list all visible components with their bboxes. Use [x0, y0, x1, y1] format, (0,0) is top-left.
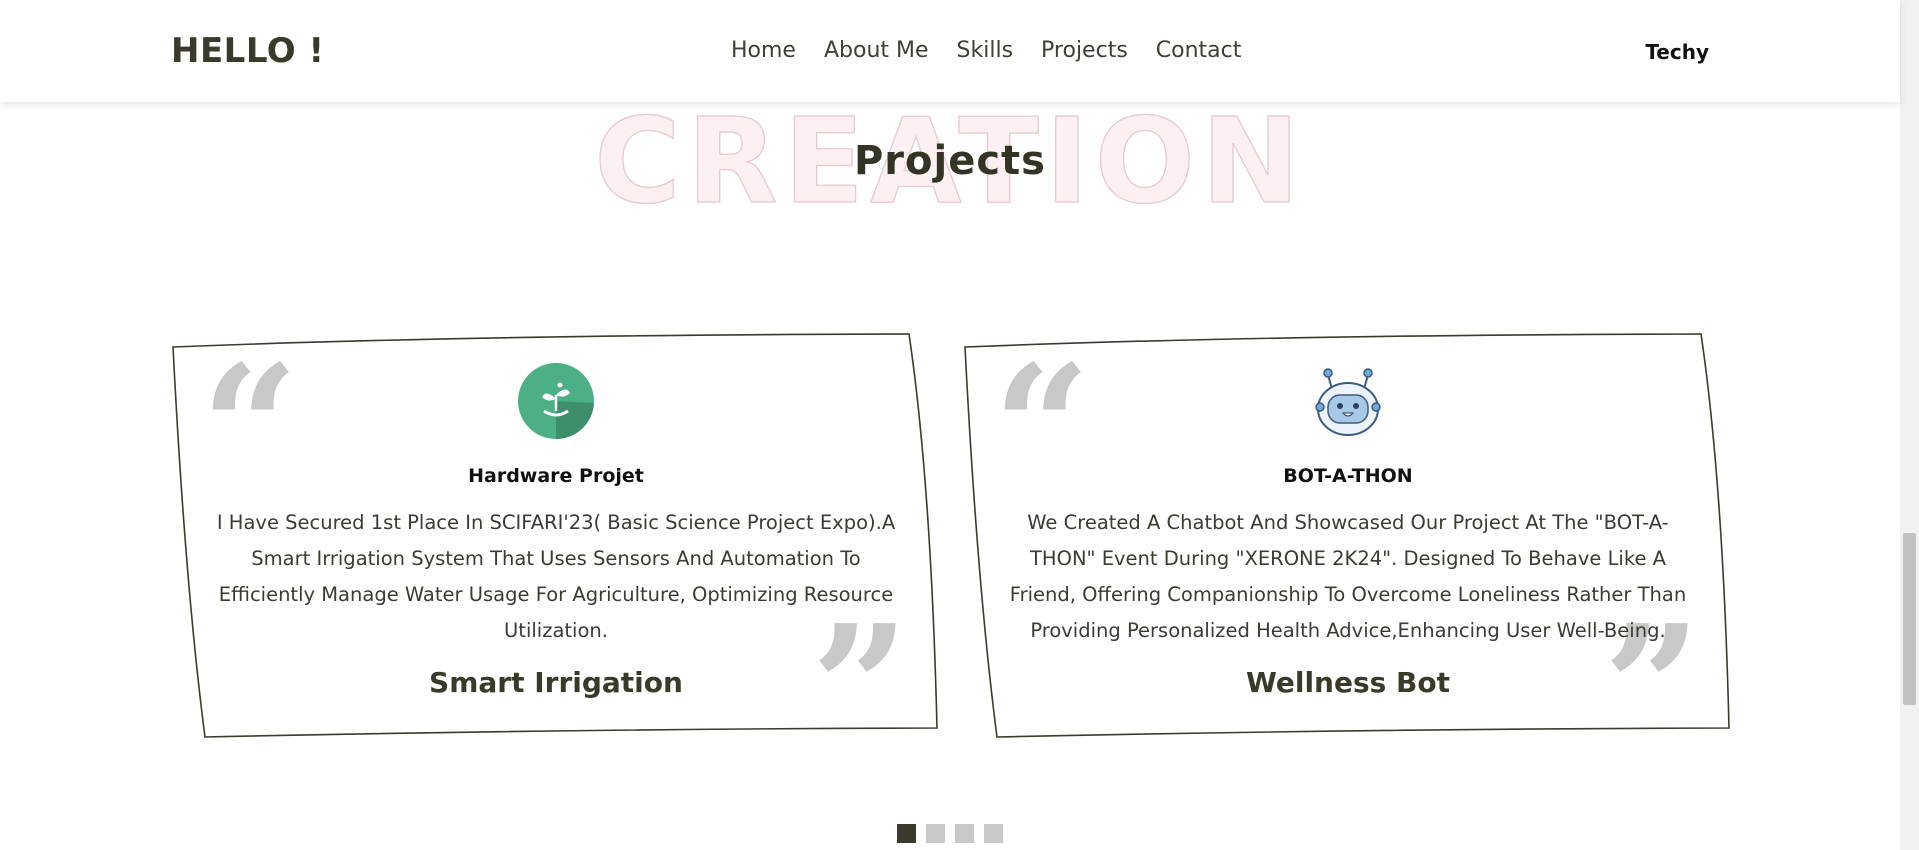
- card-title: Smart Irrigation: [429, 666, 683, 699]
- nav-skills[interactable]: Skills: [957, 38, 1014, 63]
- card-title: Wellness Bot: [1245, 666, 1451, 699]
- card-kind: BOT-A-THON: [1283, 465, 1413, 487]
- carousel-pagination: [897, 824, 1003, 843]
- open-quote-icon: “: [201, 328, 299, 528]
- pagination-dot-2[interactable]: [926, 824, 945, 843]
- section-title: Projects: [853, 138, 1046, 184]
- page-scrollbar[interactable]: [1900, 0, 1919, 850]
- pagination-dot-1[interactable]: [897, 824, 916, 843]
- nav-about-me[interactable]: About Me: [824, 38, 929, 63]
- plant-logo-icon: [518, 363, 594, 440]
- open-quote-icon: “: [993, 328, 1091, 528]
- card-description: I Have Secured 1st Place In SCIFARI'23( …: [216, 511, 896, 642]
- project-card[interactable]: “ ” Hardware Projet I Have Secured 1st P…: [171, 328, 941, 773]
- card-kind: Hardware Projet: [468, 465, 644, 487]
- pagination-dot-4[interactable]: [984, 824, 1003, 843]
- nav-projects[interactable]: Projects: [1041, 38, 1128, 63]
- project-card[interactable]: “ ” BOT-A-THON We Created A Chatbot And …: [963, 328, 1733, 773]
- pagination-dot-3[interactable]: [955, 824, 974, 843]
- main-nav: Home About Me Skills Projects Contact: [731, 38, 1241, 63]
- nav-home[interactable]: Home: [731, 38, 796, 63]
- techy-label[interactable]: Techy: [1645, 40, 1709, 64]
- scrollbar-thumb[interactable]: [1903, 533, 1916, 705]
- site-header: HELLO ! Home About Me Skills Projects Co…: [0, 0, 1900, 102]
- robot-icon: [1315, 368, 1381, 436]
- card-description: We Created A Chatbot And Showcased Our P…: [1009, 511, 1687, 642]
- site-logo[interactable]: HELLO !: [171, 31, 325, 71]
- nav-contact[interactable]: Contact: [1156, 38, 1242, 63]
